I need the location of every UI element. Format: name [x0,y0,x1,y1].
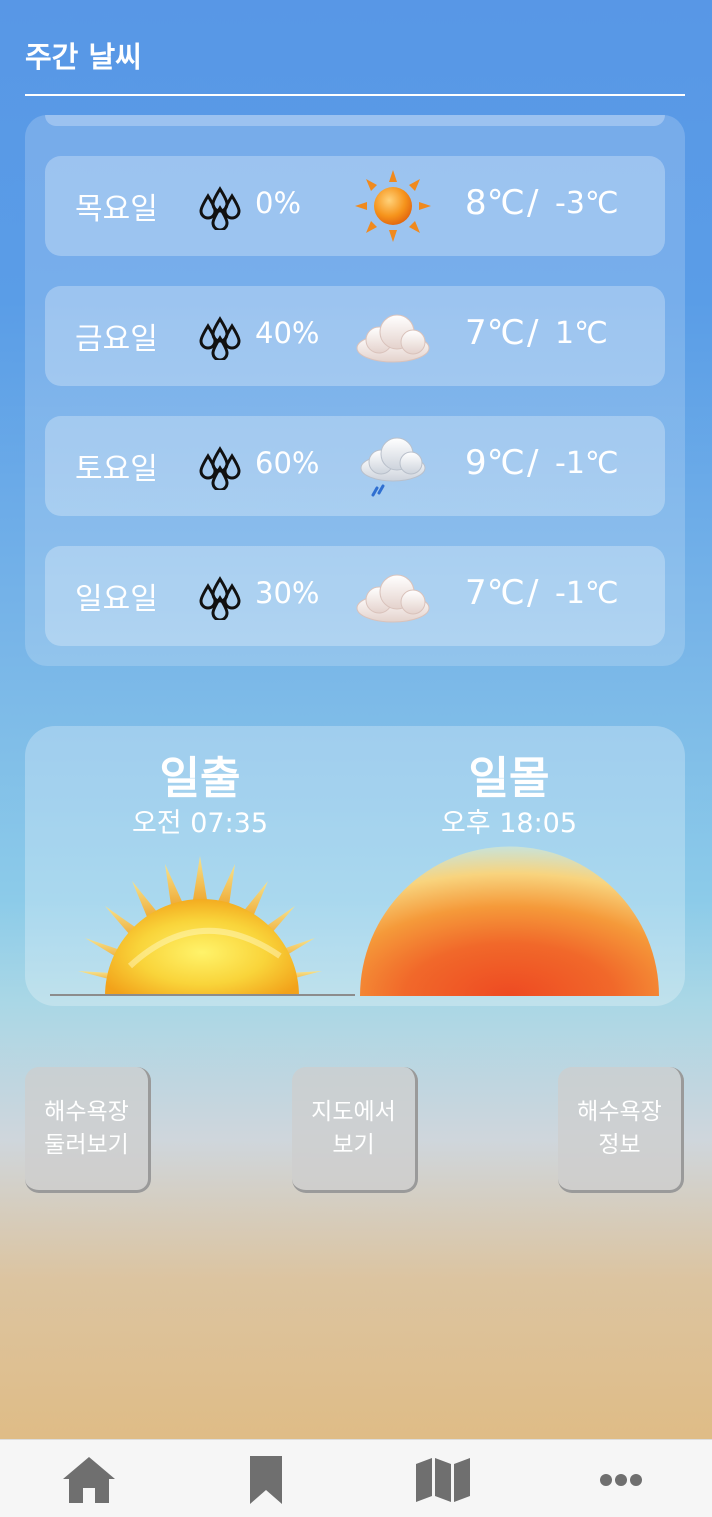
button-label-line2: 보기 [332,1131,375,1158]
raindrops-icon [199,186,241,230]
temp-high: 8℃ [465,183,525,223]
page-title: 주간 날씨 [25,40,142,74]
temp-low: -1℃ [555,576,619,611]
temp-separator: / [527,573,539,613]
nav-more[interactable] [591,1452,651,1508]
day-name: 일요일 [75,582,158,617]
temp-low: 1℃ [555,316,608,351]
nav-map[interactable] [413,1452,473,1508]
forecast-row-saturday[interactable]: 토요일 60% 9℃ / -1℃ [45,416,665,516]
temp-high: 9℃ [465,443,525,483]
nav-home[interactable] [59,1452,119,1508]
sunrise-time: 오전 07:35 [131,808,269,839]
button-label-line2: 둘러보기 [44,1131,129,1158]
forecast-row-sunday[interactable]: 일요일 30% 7℃ / -1℃ [45,546,665,646]
nav-bookmark[interactable] [236,1452,296,1508]
button-label-line1: 해수욕장 [577,1098,662,1125]
temp-separator: / [527,443,539,483]
rain-probability: 60% [255,446,320,480]
day-name: 금요일 [75,322,158,357]
sunrise-sunset-panel: 일출 오전 07:35 일몰 오후 18:05 [25,726,685,1006]
sunset-time: 오후 18:05 [440,808,578,839]
bookmark-icon [250,1456,282,1504]
home-icon [63,1457,115,1503]
button-label-line1: 해수욕장 [44,1098,129,1125]
cloud-rain-snow-icon [360,437,426,497]
beach-info-button[interactable]: 해수욕장정보 [558,1067,684,1193]
rain-probability: 30% [255,576,320,610]
button-label-line2: 정보 [598,1131,641,1158]
raindrops-icon [199,316,241,360]
rain-probability: 40% [255,316,320,350]
forecast-row-partial [45,115,665,126]
rain-probability: 0% [255,186,302,220]
temp-separator: / [527,313,539,353]
sunset-illustration [360,846,659,996]
cloud-icon [356,314,430,363]
sunrise-label: 일출 [159,753,241,804]
temp-low: -1℃ [555,446,619,481]
browse-beaches-button[interactable]: 해수욕장둘러보기 [25,1067,151,1193]
forecast-row-friday[interactable]: 금요일 40% 7℃ / 1℃ [45,286,665,386]
sun-icon [355,170,431,242]
more-icon [600,1474,642,1486]
sunset-label: 일몰 [468,753,550,804]
view-on-map-button[interactable]: 지도에서보기 [292,1067,418,1193]
raindrops-icon [199,576,241,620]
temp-low: -3℃ [555,186,619,221]
cloud-icon [356,574,430,623]
forecast-row-thursday[interactable]: 목요일 0% 8℃ / -3℃ [45,156,665,256]
button-label-line1: 지도에서 [311,1098,396,1125]
temp-high: 7℃ [465,573,525,613]
temp-separator: / [527,183,539,223]
weekly-forecast-panel[interactable]: 목요일 0% 8℃ / -3℃ 금요일 40% 7℃ / 1℃ 토요일 60% … [25,115,685,666]
day-name: 토요일 [75,452,158,487]
sunrise-illustration [50,856,355,996]
day-name: 목요일 [75,192,158,227]
raindrops-icon [199,446,241,490]
map-icon [416,1458,470,1502]
app-header: 주간 날씨 [25,0,685,96]
temp-high: 7℃ [465,313,525,353]
bottom-navigation-bar [0,1439,712,1517]
